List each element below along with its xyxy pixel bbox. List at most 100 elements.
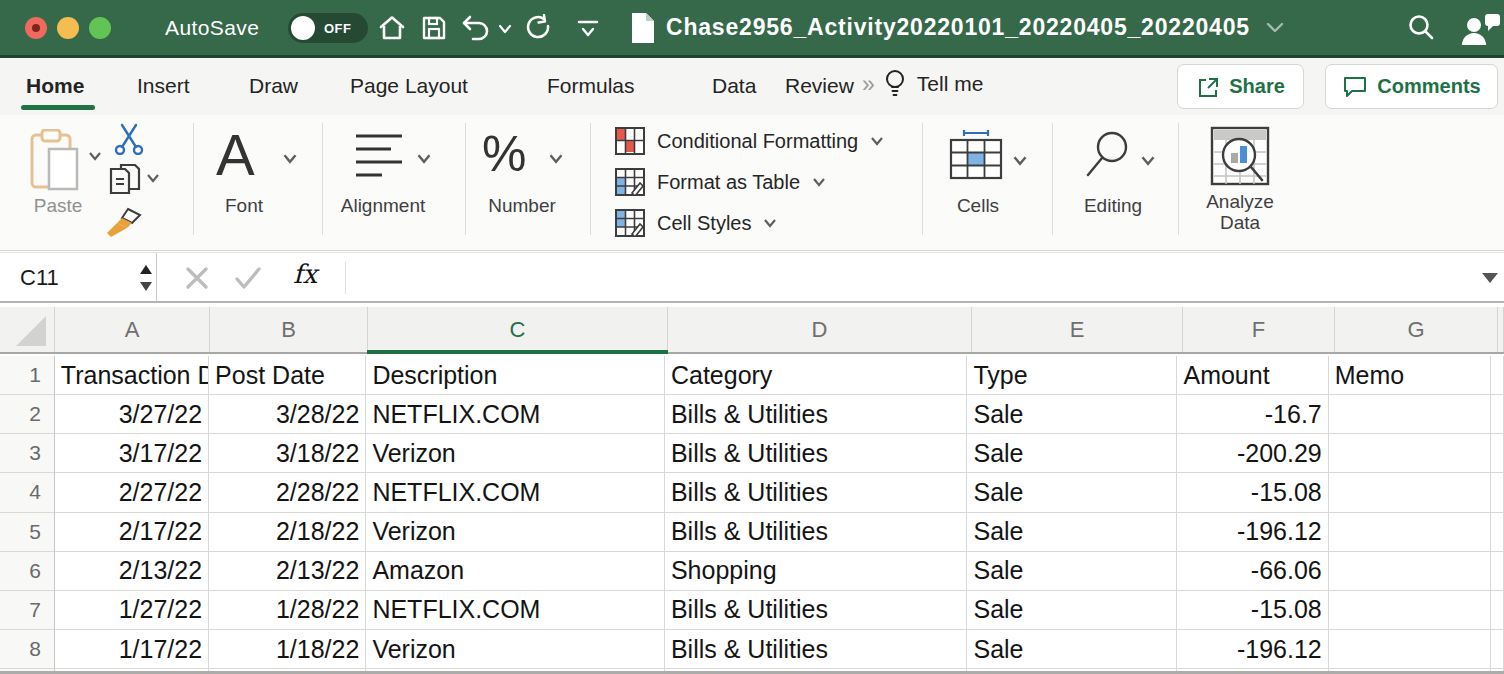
conditional-formatting-button[interactable]: Conditional Formatting (615, 127, 884, 155)
select-all-corner[interactable] (0, 307, 55, 352)
cell[interactable] (1329, 552, 1491, 591)
column-header-B[interactable]: B (210, 307, 368, 352)
name-box-value[interactable]: C11 (20, 265, 59, 291)
tab-home[interactable]: Home (26, 74, 84, 98)
cell[interactable]: Verizon (366, 434, 665, 473)
fullscreen-button[interactable] (89, 17, 111, 39)
cell[interactable]: 2/27/22 (55, 473, 209, 512)
cell[interactable]: Bills & Utilities (665, 630, 968, 669)
tab-data[interactable]: Data (712, 74, 756, 98)
cell[interactable]: Transaction Date (55, 356, 209, 395)
formula-bar-expand-icon[interactable] (1480, 271, 1500, 285)
cell[interactable]: Sale (967, 591, 1177, 630)
cell[interactable]: NETFLIX.COM (366, 473, 665, 512)
cell[interactable]: Bills & Utilities (665, 434, 968, 473)
cell[interactable]: 2/13/22 (55, 552, 209, 591)
cell[interactable]: Bills & Utilities (665, 591, 968, 630)
cell[interactable]: Description (366, 356, 665, 395)
cells-dropdown-chevron[interactable] (1012, 155, 1028, 166)
cell[interactable]: Sale (967, 434, 1177, 473)
row-header-6[interactable]: 6 (0, 552, 55, 591)
cell[interactable]: 3/17/22 (55, 434, 209, 473)
cell[interactable]: Shopping (665, 552, 968, 591)
tab-review[interactable]: Review (785, 74, 854, 98)
cell[interactable]: NETFLIX.COM (366, 591, 665, 630)
cell[interactable]: 1/27/22 (55, 591, 209, 630)
font-dropdown-chevron[interactable] (282, 153, 298, 164)
paste-icon[interactable] (28, 129, 84, 193)
cell[interactable]: Verizon (366, 630, 665, 669)
close-button[interactable] (25, 17, 47, 39)
cut-icon[interactable] (110, 123, 148, 155)
font-group-label[interactable]: Font (212, 195, 276, 217)
undo-dropdown-chevron[interactable] (498, 24, 512, 34)
tab-draw[interactable]: Draw (249, 74, 298, 98)
name-box-stepper[interactable] (137, 263, 155, 293)
cell[interactable]: Bills & Utilities (665, 513, 968, 552)
cell[interactable]: Category (665, 356, 968, 395)
cell[interactable] (1329, 473, 1491, 512)
cell[interactable]: -66.06 (1177, 552, 1328, 591)
cell[interactable]: 1/17/22 (55, 630, 209, 669)
cell[interactable]: Type (967, 356, 1177, 395)
row-header-3[interactable]: 3 (0, 434, 55, 473)
copy-dropdown-chevron[interactable] (146, 173, 160, 183)
column-header-E[interactable]: E (972, 307, 1183, 352)
share-button[interactable]: Share (1177, 64, 1304, 109)
font-group-icon[interactable]: A (216, 121, 255, 188)
row-header-5[interactable]: 5 (0, 513, 55, 552)
cell-styles-button[interactable]: Cell Styles (615, 209, 777, 237)
cell[interactable]: -196.12 (1177, 513, 1328, 552)
cell[interactable]: Bills & Utilities (665, 395, 968, 434)
quick-access-menu-icon[interactable] (576, 20, 600, 38)
alignment-group-label[interactable]: Alignment (340, 195, 426, 217)
analyze-data-icon[interactable] (1210, 126, 1270, 188)
cell[interactable] (1329, 630, 1491, 669)
cell[interactable] (1329, 513, 1491, 552)
home-icon[interactable] (378, 14, 406, 42)
cell[interactable]: 2/17/22 (55, 513, 209, 552)
insert-function-icon[interactable]: fx (293, 259, 317, 289)
title-dropdown-chevron[interactable] (1266, 22, 1284, 34)
column-header-F[interactable]: F (1183, 307, 1335, 352)
format-as-table-button[interactable]: Format as Table (615, 168, 826, 196)
paste-dropdown-chevron[interactable] (88, 151, 102, 161)
cell[interactable]: 3/18/22 (209, 434, 366, 473)
name-box[interactable]: C11 (0, 253, 157, 302)
cell[interactable]: Amazon (366, 552, 665, 591)
column-header-A[interactable]: A (55, 307, 210, 352)
cell[interactable]: -16.7 (1177, 395, 1328, 434)
cell[interactable]: 3/28/22 (209, 395, 366, 434)
cell[interactable]: -15.08 (1177, 591, 1328, 630)
alignment-group-icon[interactable] (354, 133, 404, 183)
cells-group-icon[interactable] (948, 127, 1004, 181)
tab-insert[interactable]: Insert (137, 74, 190, 98)
editing-dropdown-chevron[interactable] (1140, 155, 1156, 166)
number-dropdown-chevron[interactable] (548, 153, 564, 164)
analyze-data-label[interactable]: Analyze Data (1204, 191, 1276, 233)
document-title[interactable]: Chase2956_Activity20220101_20220405_2022… (666, 14, 1250, 41)
cell[interactable]: Sale (967, 630, 1177, 669)
row-header-7[interactable]: 7 (0, 591, 55, 630)
row-header-1[interactable]: 1 (0, 356, 55, 395)
cell[interactable]: 2/18/22 (209, 513, 366, 552)
row-header-2[interactable]: 2 (0, 395, 55, 434)
column-header-G[interactable]: G (1335, 307, 1498, 352)
cell[interactable]: Memo (1329, 356, 1491, 395)
user-account-icon[interactable] (1460, 11, 1502, 47)
alignment-dropdown-chevron[interactable] (416, 153, 432, 164)
cell[interactable]: Bills & Utilities (665, 473, 968, 512)
cell[interactable]: Sale (967, 395, 1177, 434)
number-group-label[interactable]: Number (482, 195, 562, 217)
cells-group-label[interactable]: Cells (950, 195, 1006, 217)
cell[interactable]: 3/27/22 (55, 395, 209, 434)
enter-icon[interactable] (233, 264, 263, 292)
redo-icon[interactable] (524, 14, 554, 44)
row-header-4[interactable]: 4 (0, 473, 55, 512)
save-icon[interactable] (420, 14, 448, 42)
number-group-icon[interactable]: % (482, 125, 526, 183)
cell[interactable]: 2/13/22 (209, 552, 366, 591)
copy-icon[interactable] (108, 163, 142, 199)
column-header-D[interactable]: D (668, 307, 972, 352)
tab-page-layout[interactable]: Page Layout (350, 74, 468, 98)
